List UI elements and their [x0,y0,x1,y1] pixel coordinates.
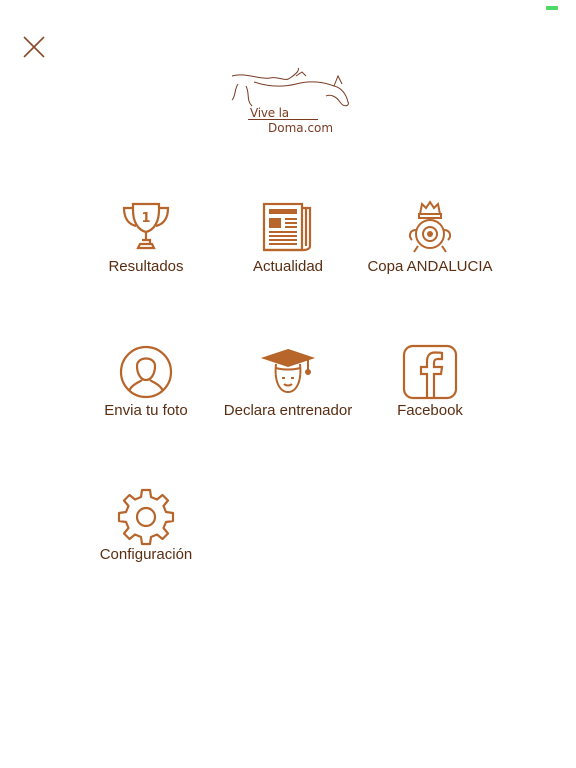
crest-icon [400,200,460,260]
logo-underline [248,119,318,120]
menu-item-envia-tu-foto[interactable]: Envia tu foto [66,344,226,444]
close-button[interactable] [18,31,50,63]
menu-item-label: Declara entrenador [223,402,353,419]
facebook-icon [400,344,460,404]
horse-rider-logo-icon [231,67,349,107]
newspaper-icon [258,200,318,260]
menu-item-configuracion[interactable]: Configuración [66,488,226,588]
gear-icon [116,488,176,548]
logo-text-top: Vive la [250,106,289,120]
user-photo-icon [116,344,176,404]
menu-item-declara-entrenador[interactable]: Declara entrenador [208,344,368,444]
menu-item-label: Actualidad [252,258,324,275]
logo-text-bottom: Doma.com [268,121,334,135]
menu-item-resultados[interactable]: 1 Resultados [66,200,226,300]
menu-screen: Vive la Doma.com 1 Resultados Actualidad… [0,0,576,768]
menu-item-label: Resultados [108,258,184,275]
menu-item-label: Facebook [397,402,463,419]
menu-item-copa-andalucia[interactable]: Copa ANDALUCIA [350,200,510,300]
menu-item-label: Configuración [99,546,193,563]
menu-item-facebook[interactable]: Facebook [350,344,510,444]
graduate-icon [258,344,318,404]
menu-item-label: Copa ANDALUCIA [367,258,493,275]
status-bar [0,0,576,14]
menu-item-label: Envia tu foto [104,402,188,419]
svg-text:1: 1 [141,211,150,226]
vive-la-doma-logo: Vive la Doma.com [226,66,354,138]
menu-item-actualidad[interactable]: Actualidad [208,200,368,300]
battery-indicator [546,6,558,10]
trophy-icon: 1 [116,200,176,260]
close-icon [23,36,45,58]
